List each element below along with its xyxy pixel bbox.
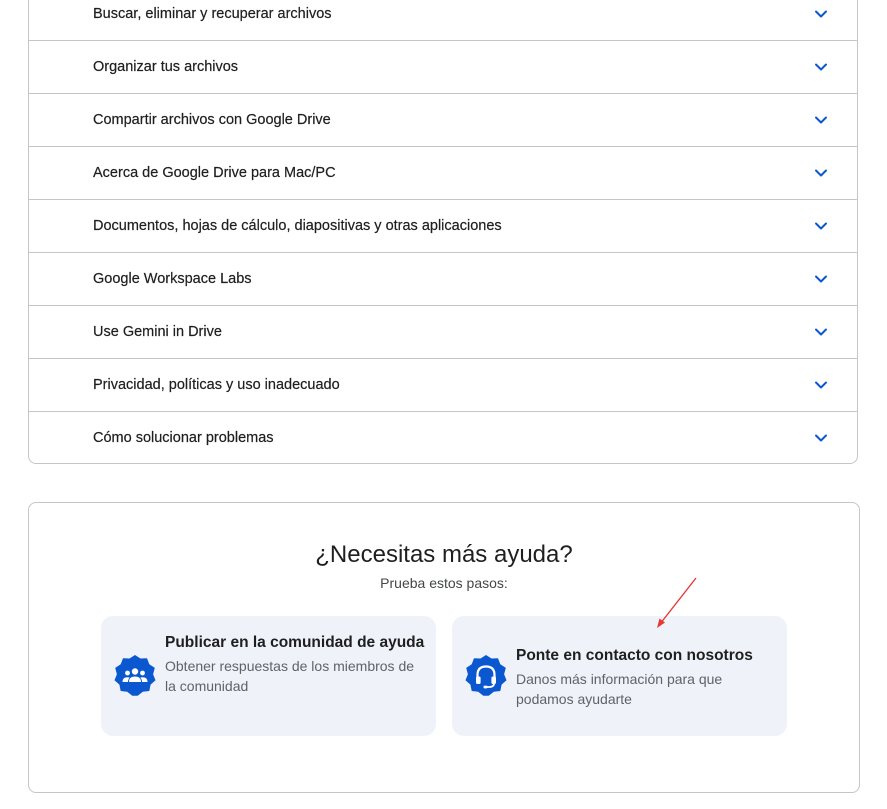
topic-label: Buscar, eliminar y recuperar archivos xyxy=(93,6,332,22)
help-subtitle: Prueba estos pasos: xyxy=(380,575,508,591)
contact-us-button[interactable]: Ponte en contacto con nosotros Danos más… xyxy=(452,616,787,736)
help-title: ¿Necesitas más ayuda? xyxy=(315,541,573,568)
topic-find-delete-recover[interactable]: Buscar, eliminar y recuperar archivos xyxy=(29,0,857,41)
chevron-down-icon xyxy=(815,434,827,442)
topic-workspace-labs[interactable]: Google Workspace Labs xyxy=(29,253,857,306)
topic-privacy-policies[interactable]: Privacidad, políticas y uso inadecuado xyxy=(29,359,857,412)
headset-icon xyxy=(465,655,507,696)
need-more-help-card: ¿Necesitas más ayuda? Prueba estos pasos… xyxy=(28,502,860,793)
topic-label: Acerca de Google Drive para Mac/PC xyxy=(93,165,336,181)
topic-gemini-in-drive[interactable]: Use Gemini in Drive xyxy=(29,306,857,359)
topic-share-files[interactable]: Compartir archivos con Google Drive xyxy=(29,94,857,147)
chevron-down-icon xyxy=(815,275,827,283)
option-title: Publicar en la comunidad de ayuda xyxy=(165,634,425,651)
chevron-down-icon xyxy=(815,381,827,389)
topic-docs-sheets-slides[interactable]: Documentos, hojas de cálculo, diapositiv… xyxy=(29,200,857,253)
chevron-down-icon xyxy=(815,328,827,336)
topic-label: Cómo solucionar problemas xyxy=(93,430,274,446)
topic-troubleshooting[interactable]: Cómo solucionar problemas xyxy=(29,412,857,465)
help-topics-accordion: Buscar, eliminar y recuperar archivos Or… xyxy=(28,0,858,464)
option-description: Obtener respuestas de los miembros de la… xyxy=(165,658,415,694)
option-description: Danos más información para que podamos a… xyxy=(516,671,723,707)
topic-label: Documentos, hojas de cálculo, diapositiv… xyxy=(93,218,502,234)
topic-drive-for-desktop[interactable]: Acerca de Google Drive para Mac/PC xyxy=(29,147,857,200)
topic-label: Use Gemini in Drive xyxy=(93,324,222,340)
topic-organize-files[interactable]: Organizar tus archivos xyxy=(29,41,857,94)
community-icon xyxy=(114,655,156,696)
post-to-community-button[interactable]: Publicar en la comunidad de ayuda Obtene… xyxy=(101,616,436,736)
topic-label: Organizar tus archivos xyxy=(93,59,239,75)
topic-label: Google Workspace Labs xyxy=(93,271,252,287)
chevron-down-icon xyxy=(815,10,827,18)
topic-label: Privacidad, políticas y uso inadecuado xyxy=(93,377,340,393)
chevron-down-icon xyxy=(815,63,827,71)
chevron-down-icon xyxy=(815,169,827,177)
option-title: Ponte en contacto con nosotros xyxy=(516,647,753,664)
chevron-down-icon xyxy=(815,222,827,230)
topic-label: Compartir archivos con Google Drive xyxy=(93,112,331,128)
chevron-down-icon xyxy=(815,116,827,124)
